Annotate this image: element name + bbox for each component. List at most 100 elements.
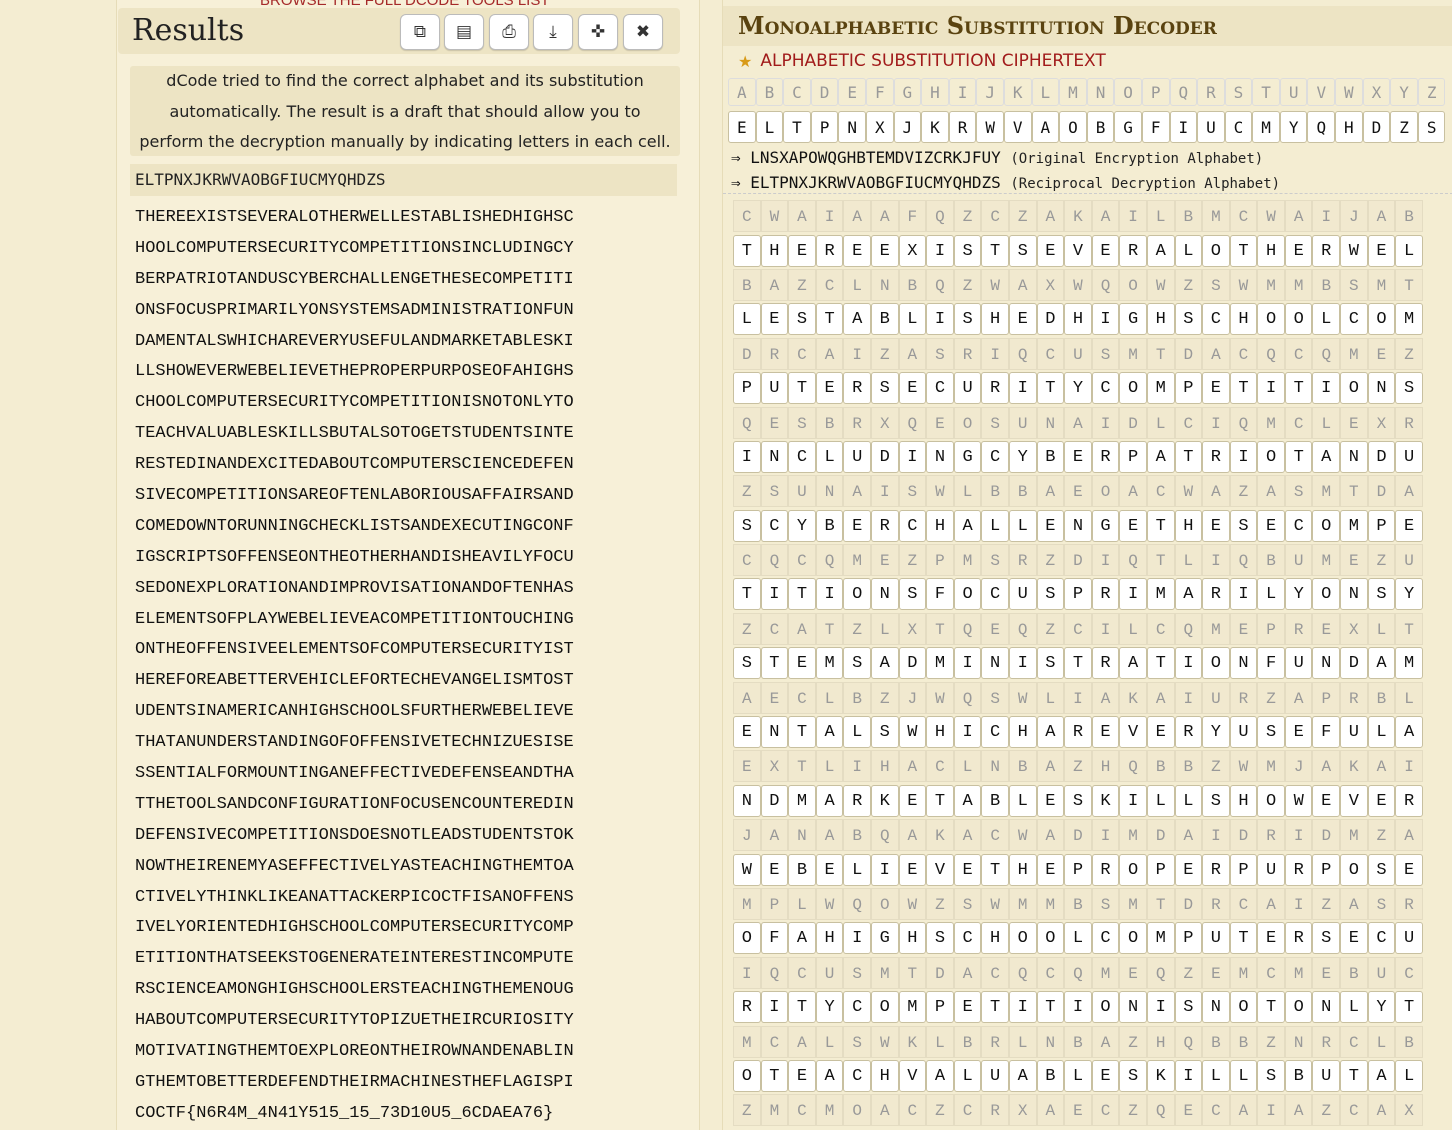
plain-cell[interactable]: E <box>1367 234 1396 267</box>
plain-cell[interactable]: H <box>760 234 789 267</box>
plain-cell[interactable]: B <box>788 853 816 886</box>
plain-cell[interactable]: A <box>1146 440 1175 473</box>
plain-cell[interactable]: R <box>1091 853 1120 886</box>
plain-cell[interactable]: B <box>1036 1059 1065 1092</box>
plain-cell[interactable]: N <box>870 578 899 611</box>
plain-cell[interactable]: E <box>1202 372 1230 405</box>
key-cell[interactable]: W <box>976 111 1004 143</box>
plain-cell[interactable]: S <box>1174 303 1203 336</box>
plain-cell[interactable]: E <box>815 853 844 886</box>
plain-cell[interactable]: H <box>1229 784 1258 817</box>
plain-cell[interactable]: H <box>926 509 954 542</box>
plain-cell[interactable]: E <box>1395 853 1423 886</box>
plain-cell[interactable]: S <box>1367 853 1396 886</box>
plain-cell[interactable]: H <box>815 922 844 955</box>
plain-cell[interactable]: O <box>733 1059 761 1092</box>
plain-cell[interactable]: N <box>1202 991 1230 1024</box>
plain-cell[interactable]: P <box>1119 440 1147 473</box>
plain-cell[interactable]: L <box>981 509 1009 542</box>
plain-cell[interactable]: T <box>788 578 816 611</box>
plain-cell[interactable]: H <box>1008 716 1037 749</box>
plain-cell[interactable]: C <box>1091 372 1120 405</box>
key-cell[interactable]: R <box>948 111 977 143</box>
plain-cell[interactable]: T <box>981 853 1009 886</box>
plain-cell[interactable]: S <box>1008 234 1037 267</box>
plain-cell[interactable]: L <box>815 440 844 473</box>
plain-cell[interactable]: T <box>1284 372 1313 405</box>
plain-cell[interactable]: D <box>870 440 899 473</box>
plain-cell[interactable]: G <box>870 922 899 955</box>
plain-cell[interactable]: T <box>1064 647 1092 680</box>
plain-cell[interactable]: A <box>1008 1059 1037 1092</box>
plain-cell[interactable]: L <box>1064 922 1092 955</box>
plain-cell[interactable]: E <box>815 372 844 405</box>
plain-cell[interactable]: O <box>1340 853 1368 886</box>
save-icon[interactable]: ▤ <box>444 14 484 50</box>
plain-cell[interactable]: U <box>981 1059 1009 1092</box>
plain-cell[interactable]: T <box>788 991 816 1024</box>
plain-cell[interactable]: S <box>1064 784 1092 817</box>
plain-cell[interactable]: I <box>1008 647 1037 680</box>
download-icon[interactable]: ⤓ <box>533 14 573 50</box>
plain-cell[interactable]: P <box>1312 853 1341 886</box>
plain-cell[interactable]: R <box>1202 578 1230 611</box>
plain-cell[interactable]: K <box>1091 784 1120 817</box>
key-cell[interactable]: G <box>1114 111 1142 143</box>
plain-cell[interactable]: C <box>926 372 954 405</box>
key-cell[interactable]: V <box>1003 111 1032 143</box>
plain-cell[interactable]: I <box>733 440 761 473</box>
plain-cell[interactable]: E <box>760 303 789 336</box>
plain-cell[interactable]: B <box>1036 440 1065 473</box>
key-cell[interactable]: J <box>893 111 922 143</box>
plain-cell[interactable]: S <box>926 922 954 955</box>
plain-cell[interactable]: H <box>898 922 927 955</box>
plain-cell[interactable]: O <box>1119 372 1147 405</box>
plain-cell[interactable]: O <box>1284 991 1313 1024</box>
print-icon[interactable]: ⎙ <box>489 14 529 50</box>
plain-cell[interactable]: P <box>1174 372 1203 405</box>
plain-cell[interactable]: S <box>733 647 761 680</box>
plain-cell[interactable]: Y <box>1064 372 1092 405</box>
plain-cell[interactable]: E <box>1257 509 1285 542</box>
plain-cell[interactable]: S <box>733 509 761 542</box>
plain-cell[interactable]: A <box>1395 716 1423 749</box>
plain-cell[interactable]: O <box>1091 991 1120 1024</box>
plain-cell[interactable]: H <box>981 922 1009 955</box>
key-cell[interactable]: O <box>1059 111 1087 143</box>
plain-cell[interactable]: H <box>870 1059 899 1092</box>
plain-cell[interactable]: D <box>760 784 789 817</box>
plain-cell[interactable]: U <box>1229 716 1258 749</box>
plain-cell[interactable]: B <box>815 509 844 542</box>
plain-cell[interactable]: C <box>1091 922 1120 955</box>
key-cell[interactable]: D <box>1362 111 1391 143</box>
plain-cell[interactable]: R <box>1119 234 1147 267</box>
plain-cell[interactable]: M <box>1395 647 1423 680</box>
plain-cell[interactable]: S <box>1202 784 1230 817</box>
plain-cell[interactable]: E <box>1036 509 1065 542</box>
plain-cell[interactable]: T <box>733 578 761 611</box>
plain-cell[interactable]: G <box>1091 509 1120 542</box>
plain-cell[interactable]: M <box>1340 509 1368 542</box>
plain-cell[interactable]: X <box>898 234 927 267</box>
plain-cell[interactable]: A <box>1367 1059 1396 1092</box>
plain-cell[interactable]: O <box>1119 853 1147 886</box>
plain-cell[interactable]: E <box>788 234 816 267</box>
plain-cell[interactable]: S <box>788 303 816 336</box>
plain-cell[interactable]: T <box>1036 991 1065 1024</box>
plain-cell[interactable]: P <box>733 372 761 405</box>
plain-cell[interactable]: V <box>898 1059 927 1092</box>
plain-cell[interactable]: L <box>1312 303 1341 336</box>
plain-cell[interactable]: O <box>1284 303 1313 336</box>
plain-cell[interactable]: H <box>926 716 954 749</box>
plain-cell[interactable]: P <box>1229 853 1258 886</box>
plain-cell[interactable]: M <box>1395 303 1423 336</box>
plain-cell[interactable]: T <box>1229 922 1258 955</box>
plain-cell[interactable]: T <box>760 1059 789 1092</box>
plain-cell[interactable]: E <box>953 991 982 1024</box>
plain-cell[interactable]: L <box>898 303 927 336</box>
plain-cell[interactable]: A <box>815 1059 844 1092</box>
plain-cell[interactable]: S <box>1257 716 1285 749</box>
plain-cell[interactable]: G <box>1119 303 1147 336</box>
plain-cell[interactable]: R <box>1064 716 1092 749</box>
plain-cell[interactable]: P <box>1146 853 1175 886</box>
